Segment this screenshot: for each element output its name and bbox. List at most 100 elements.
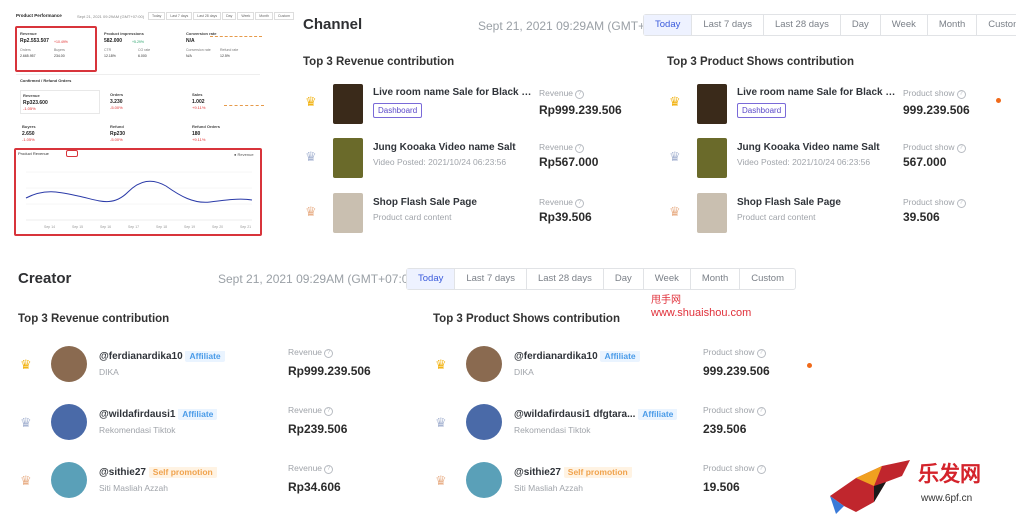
creator-sub: Rekomendasi Tiktok xyxy=(514,425,591,435)
tab-month[interactable]: Month xyxy=(928,15,978,35)
revenue-label-text: Revenue xyxy=(288,405,323,415)
creator-handle[interactable]: @ferdianardika10 Affiliate xyxy=(99,351,225,362)
funnel-card-refund-orders[interactable]: Refund Orders 180 +9.11% xyxy=(190,122,222,144)
metric-change: -5.00% xyxy=(110,137,123,142)
tab-last-7-days[interactable]: Last 7 days xyxy=(455,269,527,289)
channel-item-name[interactable]: Shop Flash Sale Page xyxy=(373,197,533,208)
x-tick: Sep 15 xyxy=(72,225,83,229)
metric-label: Sales xyxy=(192,92,203,97)
tab-today[interactable]: Today xyxy=(644,15,693,35)
info-icon[interactable]: ? xyxy=(756,349,766,358)
x-tick: Sep 14 xyxy=(44,225,55,229)
pp-tab[interactable]: Week xyxy=(237,12,255,20)
tab-custom[interactable]: Custom xyxy=(977,15,1016,35)
creator-handle[interactable]: @sithie27 Self promotion xyxy=(99,467,217,478)
tab-day[interactable]: Day xyxy=(604,269,644,289)
gold-crown-icon: ♛ xyxy=(20,357,32,372)
info-icon[interactable]: ? xyxy=(324,349,334,358)
channel-item-name[interactable]: Jung Kooaka Video name Salt xyxy=(373,142,533,153)
metric-sub-value: N/A xyxy=(186,54,192,58)
revenue-label: Revenue? xyxy=(539,88,585,99)
funnel-card-buyers[interactable]: Buyers 2.650 -1.05% xyxy=(20,122,38,144)
creator-handle-text: @wildafirdausi1 xyxy=(99,409,176,420)
info-icon[interactable]: ? xyxy=(324,407,334,416)
info-icon[interactable]: ? xyxy=(956,199,966,208)
dashboard-button[interactable]: Dashboard xyxy=(373,103,423,118)
pp-tab[interactable]: Last 7 days xyxy=(166,12,193,20)
tab-day[interactable]: Day xyxy=(841,15,881,35)
avatar[interactable] xyxy=(51,462,87,498)
pp-tab[interactable]: Last 28 days xyxy=(193,12,222,20)
revenue-value: Rp239.506 xyxy=(288,422,348,436)
info-icon[interactable]: ? xyxy=(575,90,585,99)
pp-tab[interactable]: Month xyxy=(255,12,273,20)
pp-tab[interactable]: Day xyxy=(222,12,237,20)
metric-label: Orders xyxy=(110,92,124,97)
avatar[interactable] xyxy=(51,346,87,382)
pp-tab[interactable]: Custom xyxy=(273,12,295,20)
channel-item-name[interactable]: Live room name Sale for Black dli... xyxy=(373,87,533,98)
metric-label: Revenue xyxy=(20,31,37,36)
tab-last-28-days[interactable]: Last 28 days xyxy=(764,15,841,35)
info-icon[interactable]: ? xyxy=(956,144,966,153)
x-tick: Sep 16 xyxy=(100,225,111,229)
chart-selector[interactable]: Product Revenue xyxy=(18,151,49,156)
horse-logo-icon xyxy=(830,460,910,514)
product-performance-panel: Product Performance Sept 21, 2021 09:29A… xyxy=(12,8,295,236)
funnel-card-revenue[interactable]: Revenue Rp323.600 -1.05% xyxy=(20,90,100,114)
creator-sub: Siti Masliah Azzah xyxy=(514,483,583,493)
info-icon[interactable]: ? xyxy=(756,407,766,416)
avatar[interactable] xyxy=(466,462,502,498)
tab-week[interactable]: Week xyxy=(881,15,928,35)
channel-item-name[interactable]: Shop Flash Sale Page xyxy=(737,197,897,208)
metric-card-revenue[interactable]: Revenue Rp2.553.507 xyxy=(20,31,49,44)
dashboard-button[interactable]: Dashboard xyxy=(737,103,787,118)
creator-handle[interactable]: @sithie27 Self promotion xyxy=(514,467,632,478)
avatar[interactable] xyxy=(51,404,87,440)
tab-month[interactable]: Month xyxy=(691,269,741,289)
metric-sub-value: 234.00 xyxy=(54,54,65,58)
channel-title: Channel xyxy=(303,16,363,33)
tab-last-7-days[interactable]: Last 7 days xyxy=(692,15,764,35)
creator-handle[interactable]: @wildafirdausi1 dfgtara... Affiliate xyxy=(514,409,678,420)
metric-sub-label: CTR xyxy=(104,48,112,52)
channel-shows-title: Top 3 Product Shows contribution xyxy=(667,56,854,68)
affiliate-tag: Affiliate xyxy=(600,351,640,362)
info-icon[interactable]: ? xyxy=(756,465,766,474)
tab-last-28-days[interactable]: Last 28 days xyxy=(527,269,604,289)
creator-handle[interactable]: @wildafirdausi1 Affiliate xyxy=(99,409,218,420)
creator-handle[interactable]: @ferdianardika10 Affiliate xyxy=(514,351,640,362)
avatar[interactable] xyxy=(466,346,502,382)
pp-tab[interactable]: Today xyxy=(148,12,166,20)
creator-sub: Rekomendasi Tiktok xyxy=(99,425,176,435)
channel-item-name[interactable]: Live room name Sale for Black dli... xyxy=(737,87,897,98)
info-icon[interactable]: ? xyxy=(956,90,966,99)
revenue-label: Revenue? xyxy=(539,197,585,208)
creator-handle-text: @sithie27 xyxy=(514,467,561,478)
chart-selector-toggle[interactable] xyxy=(66,150,78,157)
metric-card-conversion[interactable]: Conversion rate N/A xyxy=(186,31,216,44)
revenue-label-text: Revenue xyxy=(539,197,574,207)
channel-item-sub: Video Posted: 2021/10/24 06:23:56 xyxy=(737,157,871,167)
funnel-card-orders[interactable]: Orders 3.230 -5.00% xyxy=(108,90,184,114)
product-show-label-text: Product show xyxy=(903,88,955,98)
status-dot xyxy=(807,363,812,368)
metric-value: N/A xyxy=(186,38,195,44)
revenue-value: Rp999.239.506 xyxy=(288,364,371,378)
affiliate-tag: Affiliate xyxy=(638,409,678,420)
funnel-card-refund[interactable]: Refund Rp230 -5.00% xyxy=(108,122,127,144)
channel-item-name[interactable]: Jung Kooaka Video name Salt xyxy=(737,142,897,153)
info-icon[interactable]: ? xyxy=(575,144,585,153)
avatar[interactable] xyxy=(466,404,502,440)
tab-custom[interactable]: Custom xyxy=(740,269,795,289)
info-icon[interactable]: ? xyxy=(324,465,334,474)
revenue-label: Revenue? xyxy=(288,347,334,358)
x-tick: Sep 21 xyxy=(240,225,251,229)
creator-sub: DIKA xyxy=(99,367,119,377)
funnel-card-sales[interactable]: Sales 1.002 +9.11% xyxy=(190,90,260,114)
tab-today[interactable]: Today xyxy=(407,269,456,289)
info-icon[interactable]: ? xyxy=(575,199,585,208)
metric-sub-label: Orders xyxy=(20,48,31,52)
revenue-value: Rp39.506 xyxy=(539,210,592,224)
tab-week[interactable]: Week xyxy=(644,269,691,289)
